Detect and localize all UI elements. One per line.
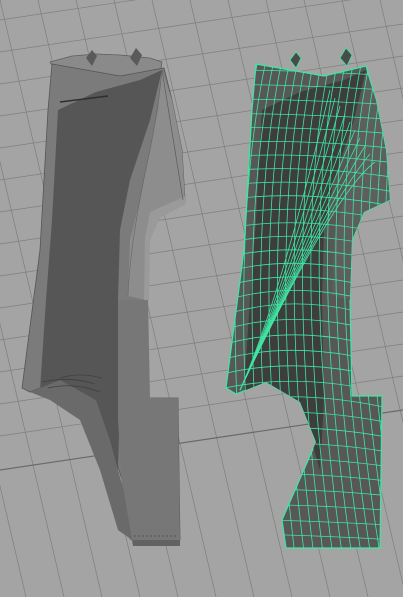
- grid-line: [0, 0, 352, 53]
- mesh-column-edge: [394, 60, 403, 560]
- model-pants-leg-shaded[interactable]: [21, 48, 186, 546]
- wire-belt-loop-1: [289, 51, 302, 69]
- mesh-row-edge: [220, 549, 395, 555]
- grid-line: [0, 484, 27, 597]
- wire-belt-loop-2: [339, 47, 353, 67]
- viewport-canvas[interactable]: [0, 0, 403, 597]
- 3d-viewport[interactable]: [0, 0, 403, 597]
- mesh-column-edge: [385, 64, 390, 548]
- lower-leg-panel: [118, 300, 180, 540]
- hem: [132, 540, 180, 546]
